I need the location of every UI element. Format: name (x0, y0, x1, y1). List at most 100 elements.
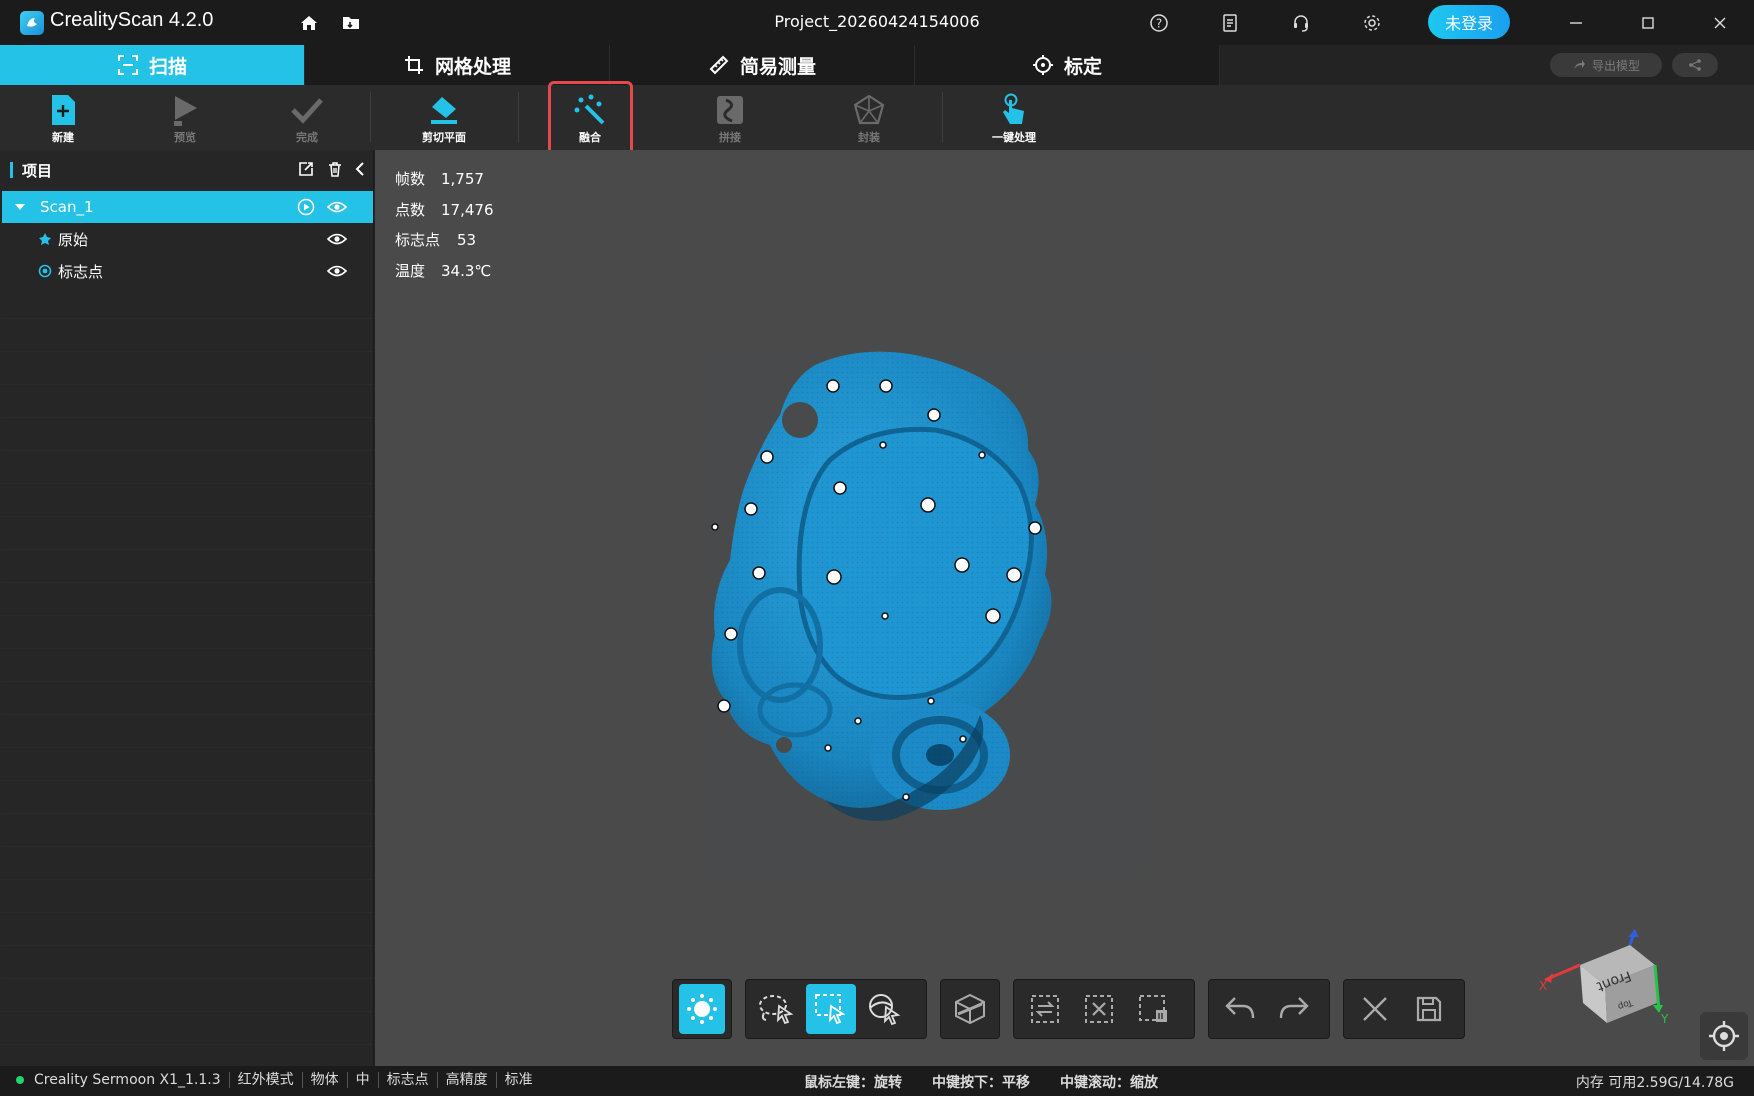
project-list-empty-area (2, 286, 373, 1066)
folder-icon[interactable] (339, 11, 363, 35)
status-bar: Creality Sermoon X1_1.1.3 红外模式 物体 中 标志点 … (0, 1066, 1754, 1096)
clear-selection-icon (1085, 995, 1113, 1023)
notes-icon[interactable] (1218, 11, 1242, 35)
project-panel-header: 项目 (0, 150, 373, 188)
navigation-cube[interactable]: X Y Front Top (1535, 925, 1670, 1025)
scan-mode: 红外模式 (230, 1072, 303, 1088)
settings-icon[interactable] (1360, 11, 1384, 35)
invert-selection-icon (1031, 995, 1059, 1023)
export-model-button[interactable]: 导出模型 (1550, 53, 1662, 77)
save-edit-button[interactable] (1404, 984, 1454, 1034)
cancel-edit-button[interactable] (1350, 984, 1400, 1034)
stitch-icon (713, 93, 747, 127)
tab-scan-label: 扫描 (148, 55, 187, 78)
invert-selection-button[interactable] (1020, 984, 1070, 1034)
preview-play-icon (168, 93, 202, 127)
selection-tools-group (745, 979, 927, 1039)
cut-plane-button[interactable]: 剪切平面 (404, 93, 484, 145)
connected-dot-icon (16, 1076, 24, 1084)
delete-icon[interactable] (326, 160, 344, 178)
object-type: 物体 (303, 1072, 348, 1088)
visibility-eye-icon[interactable] (327, 199, 347, 215)
memory-usage: 内存 可用2.59G/14.78G (1575, 1075, 1734, 1091)
tab-measure[interactable]: 简易测量 (610, 45, 915, 85)
home-icon[interactable] (297, 11, 321, 35)
brush-select-button[interactable] (860, 984, 910, 1034)
reset-view-button[interactable] (1700, 1012, 1748, 1060)
one-click-label: 一键处理 (992, 131, 1036, 144)
view-tool-group (940, 979, 1000, 1039)
app-title: CrealityScan 4.2.0 (50, 9, 214, 31)
cancel-x-icon (1363, 997, 1387, 1021)
close-icon[interactable] (1708, 11, 1732, 35)
plane-view-button[interactable] (947, 984, 993, 1034)
help-icon[interactable]: ? (1147, 11, 1171, 35)
axis-y-label: Y (1660, 1012, 1669, 1025)
brush-select-icon (869, 994, 901, 1026)
marker-point-icon (38, 264, 52, 278)
redo-icon (1279, 997, 1309, 1019)
project-panel: 项目 Scan_1 原始 标志点 (0, 150, 374, 1066)
tree-item-markers[interactable]: 标志点 (2, 255, 373, 287)
new-button[interactable]: 新建 (23, 93, 103, 145)
delete-selection-button[interactable] (1128, 984, 1178, 1034)
play-circle-icon[interactable] (297, 198, 315, 216)
tree-item-scan[interactable]: Scan_1 (2, 191, 373, 223)
preview-button[interactable]: 预览 (145, 93, 225, 145)
collapse-panel-icon[interactable] (351, 160, 369, 178)
new-label: 新建 (52, 131, 74, 144)
tree-item-raw[interactable]: 原始 (2, 223, 373, 255)
share-icon (1689, 59, 1701, 71)
precision-mode: 高精度 (438, 1072, 497, 1088)
maximize-icon[interactable] (1636, 11, 1660, 35)
svg-text:?: ? (1156, 17, 1162, 31)
tab-mesh-label: 网格处理 (434, 55, 511, 78)
cube-plane-icon (955, 993, 985, 1025)
hint-left-click: 鼠标左键：旋转 (804, 1075, 902, 1091)
tab-mesh[interactable]: 网格处理 (305, 45, 610, 85)
fuse-highlight-box (548, 81, 633, 156)
minimize-icon[interactable] (1564, 11, 1588, 35)
visibility-eye-icon[interactable] (327, 231, 347, 247)
clear-selection-button[interactable] (1074, 984, 1124, 1034)
share-button[interactable] (1672, 53, 1718, 77)
eraser-icon (427, 93, 461, 127)
support-headset-icon[interactable] (1289, 11, 1313, 35)
login-button[interactable]: 未登录 (1428, 5, 1510, 39)
scanned-model[interactable] (700, 345, 1150, 875)
stitch-label: 拼接 (719, 131, 741, 144)
ruler-icon (709, 55, 729, 75)
commit-group (1343, 979, 1465, 1039)
stat-temperature: 温度 34.3℃ (395, 261, 492, 280)
lasso-select-button[interactable] (752, 984, 802, 1034)
stat-markers: 标志点 53 (395, 231, 477, 249)
toolbar-divider (370, 92, 371, 142)
mouse-hints: 鼠标左键：旋转 中键按下：平移 中键滚动：缩放 (804, 1072, 1158, 1092)
app-logo-icon (20, 11, 44, 35)
history-group (1208, 979, 1330, 1039)
seal-button[interactable]: 封装 (829, 93, 909, 145)
one-click-process-button[interactable]: 一键处理 (974, 93, 1054, 145)
app-window: CrealityScan 4.2.0 Project_2026042415400… (0, 0, 1754, 1096)
crop-icon (404, 56, 423, 74)
rect-select-button[interactable] (806, 984, 856, 1034)
tree-item-raw-label: 原始 (58, 230, 89, 249)
tree-item-markers-label: 标志点 (58, 262, 104, 281)
visibility-eye-icon[interactable] (327, 263, 347, 279)
tab-scan[interactable]: 扫描 (0, 45, 305, 85)
stitch-button[interactable]: 拼接 (690, 93, 770, 145)
undo-icon (1225, 997, 1255, 1019)
import-icon[interactable] (297, 160, 315, 178)
point-light-mode-button[interactable] (679, 984, 725, 1034)
export-model-label: 导出模型 (1591, 58, 1640, 73)
tab-calibrate[interactable]: 标定 (915, 45, 1220, 85)
expand-arrow-icon[interactable] (14, 202, 26, 212)
finish-button[interactable]: 完成 (267, 93, 347, 145)
hint-scroll: 中键滚动：缩放 (1060, 1075, 1158, 1091)
redo-button[interactable] (1269, 984, 1319, 1034)
undo-button[interactable] (1215, 984, 1265, 1034)
standard-mode: 标准 (504, 1072, 533, 1088)
object-size: 中 (348, 1072, 379, 1088)
selection-edit-group (1013, 979, 1195, 1039)
title-bar: CrealityScan 4.2.0 Project_2026042415400… (0, 0, 1754, 45)
